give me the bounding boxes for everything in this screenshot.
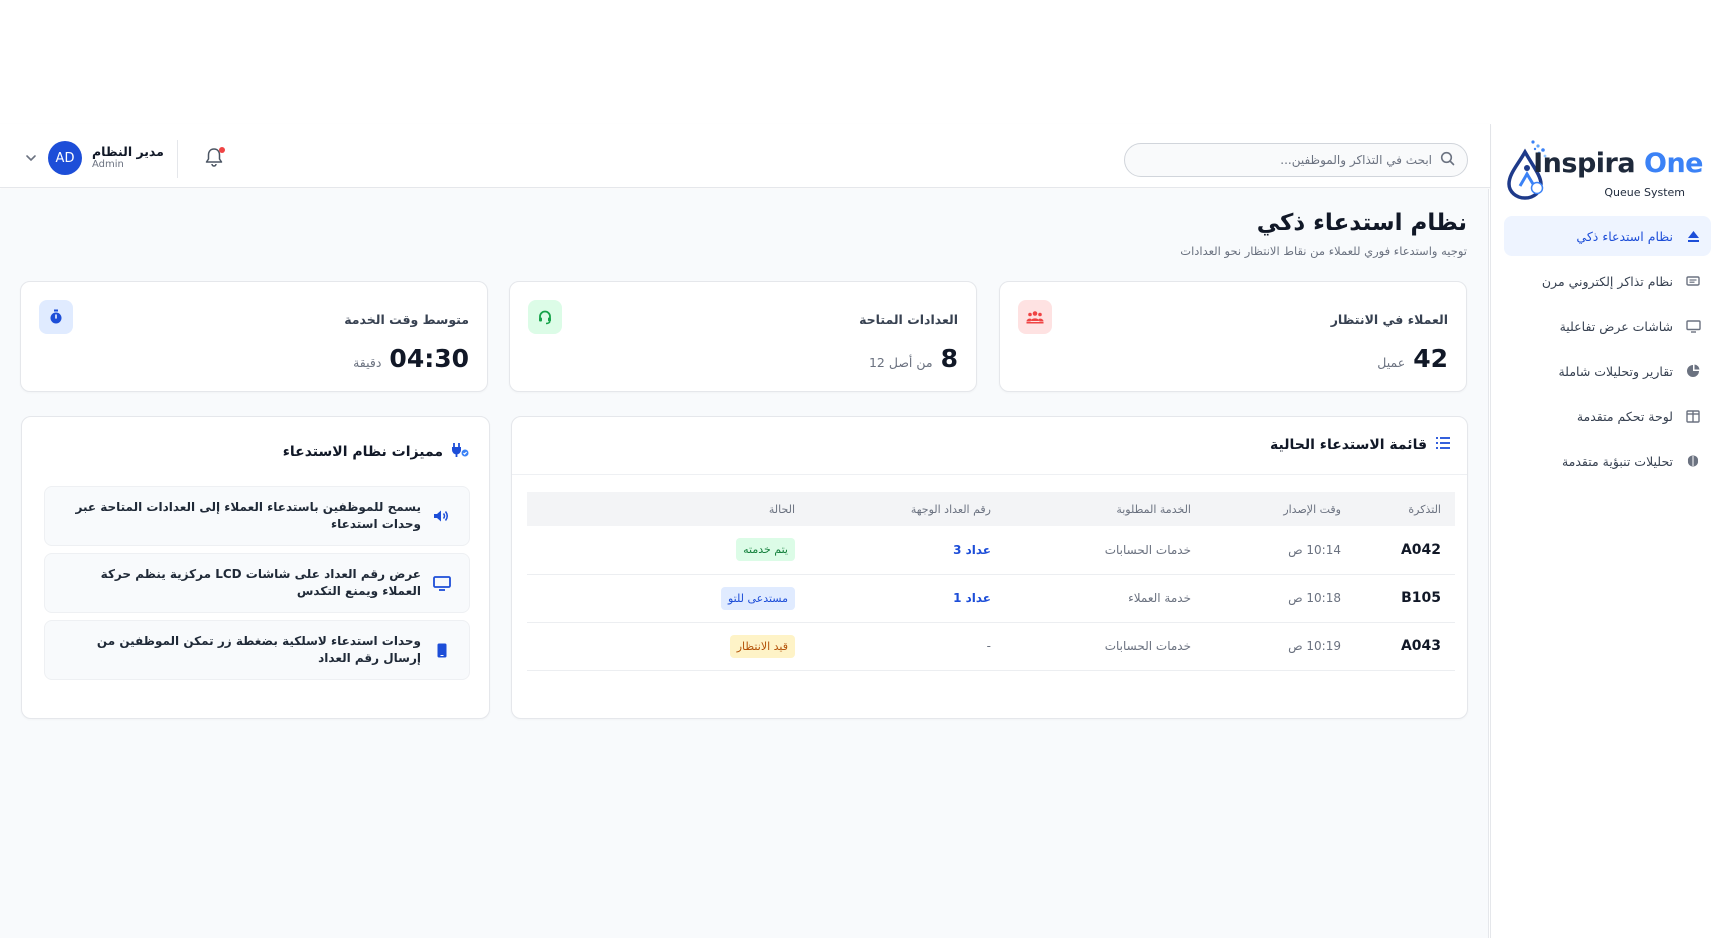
header-divider — [177, 140, 178, 178]
counter-number: - — [809, 622, 1005, 671]
counter-number: عداد 3 — [809, 526, 1005, 575]
service-name: خدمة العملاء — [1005, 574, 1205, 623]
issue-time: 10:18 ص — [1205, 574, 1355, 623]
pie-chart-icon — [1685, 363, 1701, 379]
features-card: مميزات نظام الاستدعاء يسمح للموظفين باست… — [21, 416, 490, 719]
headset-icon — [528, 300, 562, 334]
col-ticket: التذكرة — [1408, 502, 1441, 516]
stat-value: 8 — [940, 344, 958, 373]
feature-item: وحدات استدعاء لاسلكية بضغطة زر تمكن المو… — [44, 620, 470, 680]
stat-label: العملاء في الانتظار — [1330, 312, 1448, 327]
issue-time: 10:19 ص — [1205, 622, 1355, 671]
monitor-icon — [1685, 318, 1701, 334]
table-row[interactable]: B105 10:18 ص خدمة العملاء عداد 1 مستدعى … — [527, 574, 1455, 623]
search-input[interactable] — [1152, 153, 1432, 167]
stat-label: العدادات المتاحة — [859, 312, 958, 327]
stat-card-avg-service: متوسط وقت الخدمة 04:30 دقيقة — [20, 281, 488, 392]
queue-table: التذكرة وقت الإصدار الخدمة المطلوبة رقم … — [527, 492, 1455, 671]
features-title: مميزات نظام الاستدعاء — [282, 444, 443, 460]
user-role: Admin — [92, 159, 124, 171]
service-name: خدمات الحسابات — [1005, 622, 1205, 671]
stat-value: 04:30 — [389, 344, 469, 373]
col-issue-time: وقت الإصدار — [1283, 502, 1341, 516]
user-name: مدير النظام — [92, 144, 164, 160]
brand-logo[interactable]: Inspira One Queue System — [1503, 134, 1703, 204]
sidebar-item-ticketing[interactable]: نظام تذاكر إلكتروني مرن — [1504, 261, 1711, 301]
status-badge: مستدعى للتو — [720, 586, 795, 610]
feature-text: يسمح للموظفين باستدعاء العملاء إلى العدا… — [75, 499, 421, 531]
feature-item: عرض رقم العداد على شاشات LCD مركزية ينظم… — [44, 553, 470, 613]
stat-card-waiting: العملاء في الانتظار 42 عميل — [999, 281, 1467, 392]
sidebar-item-predictive[interactable]: تحليلات تنبؤية متقدمة — [1504, 441, 1711, 481]
sidebar-item-displays[interactable]: شاشات عرض تفاعلية — [1504, 306, 1711, 346]
chevron-down-icon[interactable] — [24, 151, 38, 165]
speaker-icon — [433, 509, 451, 523]
columns-icon — [1685, 408, 1701, 424]
avatar[interactable]: AD — [48, 141, 82, 175]
table-header-row: التذكرة وقت الإصدار الخدمة المطلوبة رقم … — [527, 492, 1455, 526]
stat-card-counters: العدادات المتاحة 8 من أصل 12 — [509, 281, 977, 392]
table-row[interactable]: A043 10:19 ص خدمات الحسابات - قيد الانتظ… — [527, 622, 1455, 671]
ticket-number: A042 — [1355, 526, 1455, 575]
stat-value: 42 — [1413, 344, 1448, 373]
stopwatch-icon — [39, 300, 73, 334]
page-subtitle: توجيه واستدعاء فوري للعملاء من نقاط الان… — [1180, 244, 1467, 258]
col-service: الخدمة المطلوبة — [1116, 502, 1191, 516]
plug-icon — [451, 442, 469, 462]
users-icon — [1018, 300, 1052, 334]
sidebar-item-dashboard[interactable]: لوحة تحكم متقدمة — [1504, 396, 1711, 436]
sidebar-item-smart-calling[interactable]: نظام استدعاء ذكي — [1504, 216, 1711, 256]
search-box[interactable] — [1124, 143, 1468, 177]
feature-text: وحدات استدعاء لاسلكية بضغطة زر تمكن المو… — [96, 633, 421, 665]
mobile-icon — [433, 643, 451, 658]
top-header: AD مدير النظام Admin — [0, 124, 1490, 188]
sidebar-item-reports[interactable]: تقارير وتحليلات شاملة — [1504, 351, 1711, 391]
ticket-number: B105 — [1355, 574, 1455, 623]
table-row[interactable]: A042 10:14 ص خدمات الحسابات عداد 3 يتم خ… — [527, 526, 1455, 575]
brand-subtitle: Queue System — [1604, 186, 1685, 199]
user-menu[interactable]: AD مدير النظام Admin — [24, 140, 164, 176]
page-title: نظام استدعاء ذكي — [1256, 210, 1467, 236]
status-badge: قيد الانتظار — [729, 634, 795, 658]
list-icon — [1435, 435, 1451, 454]
call-queue-card: قائمة الاستدعاء الحالية التذكرة وقت الإص… — [511, 416, 1468, 719]
stat-label: متوسط وقت الخدمة — [344, 312, 469, 327]
stat-unit: دقيقة — [353, 355, 382, 370]
feature-text: عرض رقم العداد على شاشات LCD مركزية ينظم… — [100, 566, 421, 598]
col-status: الحالة — [768, 502, 795, 516]
notifications-button[interactable] — [203, 146, 227, 170]
stat-unit: من أصل 12 — [868, 355, 933, 370]
stat-unit: عميل — [1377, 355, 1406, 370]
sidebar-nav: نظام استدعاء ذكي نظام تذاكر إلكتروني مرن… — [1504, 216, 1711, 486]
col-counter: رقم العداد الوجهة — [910, 502, 991, 516]
issue-time: 10:14 ص — [1205, 526, 1355, 575]
feature-item: يسمح للموظفين باستدعاء العملاء إلى العدا… — [44, 486, 470, 546]
status-badge: يتم خدمته — [736, 538, 795, 562]
ticket-number: A043 — [1355, 622, 1455, 671]
counter-number: عداد 1 — [809, 574, 1005, 623]
ticket-icon — [1685, 273, 1701, 289]
search-icon — [1440, 151, 1455, 170]
notification-dot — [219, 147, 225, 153]
queue-title: قائمة الاستدعاء الحالية — [1270, 436, 1427, 453]
main-content: نظام استدعاء ذكي توجيه واستدعاء فوري للع… — [0, 189, 1489, 938]
sidebar: Inspira One Queue System نظام استدعاء ذك… — [1490, 124, 1719, 938]
monitor-icon — [433, 575, 451, 591]
brain-icon — [1685, 453, 1701, 469]
eject-icon — [1685, 228, 1701, 244]
service-name: خدمات الحسابات — [1005, 526, 1205, 575]
user-info: مدير النظام Admin — [92, 144, 164, 171]
